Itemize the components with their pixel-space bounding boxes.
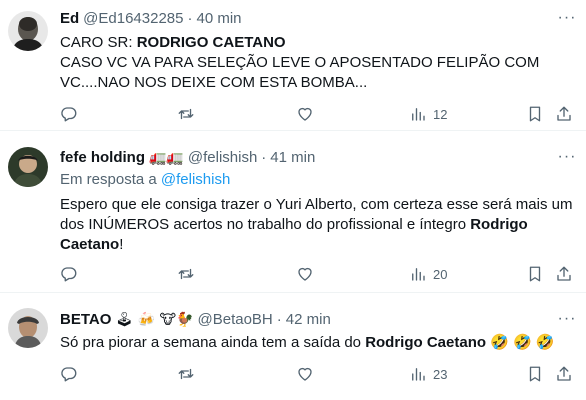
text-part: Só pra piorar a semana ainda tem a saída… <box>60 334 366 351</box>
action-bar: 12 <box>60 105 580 125</box>
views-button[interactable]: 12 <box>409 105 447 123</box>
reply-button[interactable] <box>60 105 78 123</box>
replying-handle-link[interactable]: @felishish <box>161 171 230 188</box>
retweet-icon <box>177 265 195 283</box>
retweet-button[interactable] <box>177 365 195 383</box>
bookmark-icon <box>526 365 544 383</box>
avatar[interactable] <box>8 308 48 348</box>
text-part: ! <box>119 236 124 253</box>
tweet-text: Espero que ele consiga trazer o Yuri Alb… <box>60 195 575 255</box>
share-icon <box>555 265 573 283</box>
tweet-text: CARO SR: RODRIGO CAETANO CASO VC VA PARA… <box>60 33 575 93</box>
separator-dot: · <box>187 10 193 27</box>
text-part: CASO VC VA PARA SELEÇÃO LEVE O APOSENTAD… <box>60 54 540 91</box>
views-button[interactable]: 23 <box>409 365 447 383</box>
user-handle[interactable]: @Ed16432285 <box>83 9 183 29</box>
bookmark-button[interactable] <box>526 105 544 123</box>
more-options-icon[interactable]: ··· <box>556 310 578 330</box>
tweet-text: Só pra piorar a semana ainda tem a saída… <box>60 333 575 353</box>
tweet-header: Ed @Ed16432285 · 40 min <box>60 9 242 29</box>
tweet-fefe[interactable]: fefe holding 🚛🚛 @felishish · 41 min ··· … <box>0 131 586 293</box>
like-icon <box>296 265 314 283</box>
retweet-button[interactable] <box>177 265 195 283</box>
display-name[interactable]: Ed <box>60 9 79 29</box>
replying-label: Em resposta a <box>60 171 161 188</box>
avatar[interactable] <box>8 11 48 51</box>
share-icon <box>555 365 573 383</box>
mention-name: Rodrigo Caetano <box>365 334 487 351</box>
tweet-header: BETAO 🕹 🍻 🐮🐓 @BetaoBH · 42 min <box>60 310 331 330</box>
views-count: 12 <box>433 106 448 122</box>
bookmark-button[interactable] <box>526 365 544 383</box>
share-button[interactable] <box>555 105 573 123</box>
like-button[interactable] <box>296 265 314 283</box>
avatar[interactable] <box>8 147 48 187</box>
reply-icon <box>60 105 78 123</box>
timestamp[interactable]: 42 min <box>286 310 331 330</box>
like-button[interactable] <box>296 365 314 383</box>
separator-dot: · <box>261 149 267 166</box>
tweet-ed[interactable]: Ed @Ed16432285 · 40 min ··· CARO SR: ROD… <box>0 0 586 131</box>
bookmark-icon <box>526 265 544 283</box>
tweet-header: fefe holding 🚛🚛 @felishish · 41 min <box>60 148 315 168</box>
display-name[interactable]: fefe holding <box>60 148 145 168</box>
display-name[interactable]: BETAO <box>60 310 111 330</box>
reply-button[interactable] <box>60 365 78 383</box>
views-icon <box>409 105 427 123</box>
action-bar: 23 <box>60 365 580 385</box>
mention-name: RODRIGO CAETANO <box>136 34 286 51</box>
replying-to: Em resposta a @felishish <box>60 170 230 190</box>
bookmark-icon <box>526 105 544 123</box>
separator-dot: · <box>276 311 282 328</box>
more-options-icon[interactable]: ··· <box>556 9 578 29</box>
user-handle[interactable]: @felishish <box>188 148 257 168</box>
timestamp[interactable]: 40 min <box>196 9 241 29</box>
like-button[interactable] <box>296 105 314 123</box>
more-options-icon[interactable]: ··· <box>556 148 578 168</box>
name-emojis: 🕹 🍻 🐮🐓 <box>115 312 194 328</box>
tweet-betao[interactable]: BETAO 🕹 🍻 🐮🐓 @BetaoBH · 42 min ··· Só pr… <box>0 293 586 400</box>
user-handle[interactable]: @BetaoBH <box>198 310 273 330</box>
share-icon <box>555 105 573 123</box>
views-icon <box>409 365 427 383</box>
bookmark-button[interactable] <box>526 265 544 283</box>
retweet-icon <box>177 365 195 383</box>
like-icon <box>296 365 314 383</box>
reply-icon <box>60 265 78 283</box>
views-count: 20 <box>433 266 448 282</box>
views-icon <box>409 265 427 283</box>
text-part: 🤣 🤣 🤣 <box>486 334 555 351</box>
name-emojis: 🚛🚛 <box>149 150 184 166</box>
retweet-button[interactable] <box>177 105 195 123</box>
like-icon <box>296 105 314 123</box>
reply-button[interactable] <box>60 265 78 283</box>
text-part: CARO SR: <box>60 34 137 51</box>
retweet-icon <box>177 105 195 123</box>
timestamp[interactable]: 41 min <box>270 148 315 168</box>
views-count: 23 <box>433 366 448 382</box>
views-button[interactable]: 20 <box>409 265 447 283</box>
action-bar: 20 <box>60 265 580 285</box>
share-button[interactable] <box>555 265 573 283</box>
share-button[interactable] <box>555 365 573 383</box>
reply-icon <box>60 365 78 383</box>
